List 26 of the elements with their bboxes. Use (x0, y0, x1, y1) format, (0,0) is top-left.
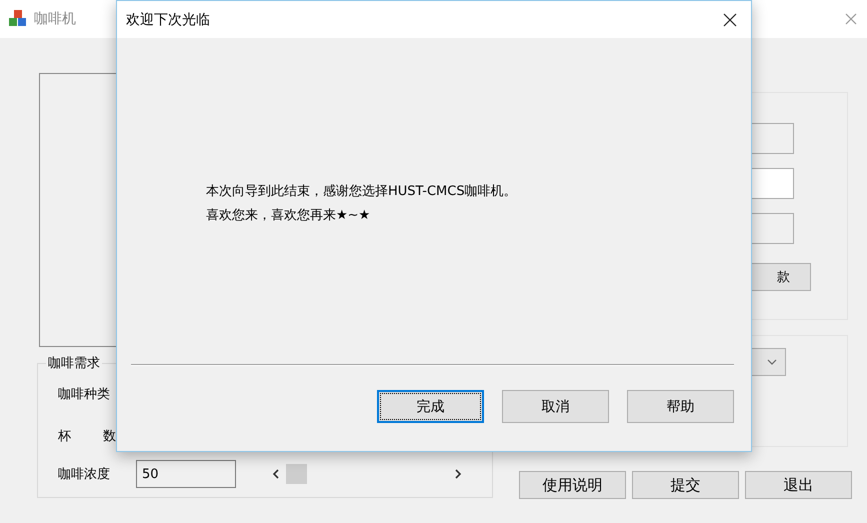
close-icon[interactable] (723, 12, 737, 26)
refund-button[interactable]: 款 (749, 263, 811, 291)
field-label: 咖啡浓度 (58, 466, 110, 483)
dialog-title: 欢迎下次光临 (126, 10, 210, 28)
dialog-button[interactable]: 完成 (377, 390, 484, 423)
group-title: 咖啡需求 (46, 354, 102, 372)
message-text: 喜欢您来，喜欢您再来★~★ (206, 207, 372, 225)
scroll-thumb[interactable] (286, 464, 308, 484)
strength-scrollbar[interactable] (272, 461, 462, 487)
input-field[interactable] (749, 168, 794, 199)
cubes-icon (8, 10, 28, 28)
action-button[interactable]: 使用说明 (519, 471, 626, 499)
dialog-button[interactable]: 帮助 (627, 390, 734, 423)
chevron-down-icon (767, 359, 777, 365)
message-text: 本次向导到此结束，感谢您选择HUST-CMCS咖啡机。 (206, 183, 518, 201)
dropdown[interactable] (749, 348, 786, 376)
action-button[interactable]: 提交 (632, 471, 739, 499)
input-field[interactable] (749, 213, 794, 244)
dialog-button[interactable]: 取消 (502, 390, 609, 423)
action-button[interactable]: 退出 (745, 471, 852, 499)
field-label: 咖啡种类 (58, 386, 110, 403)
field-label: 数 (103, 428, 116, 445)
field-label: 杯 (58, 428, 71, 445)
input-field[interactable] (749, 123, 794, 154)
window-title: 咖啡机 (34, 10, 76, 28)
strength-input[interactable]: 50 (136, 460, 236, 488)
